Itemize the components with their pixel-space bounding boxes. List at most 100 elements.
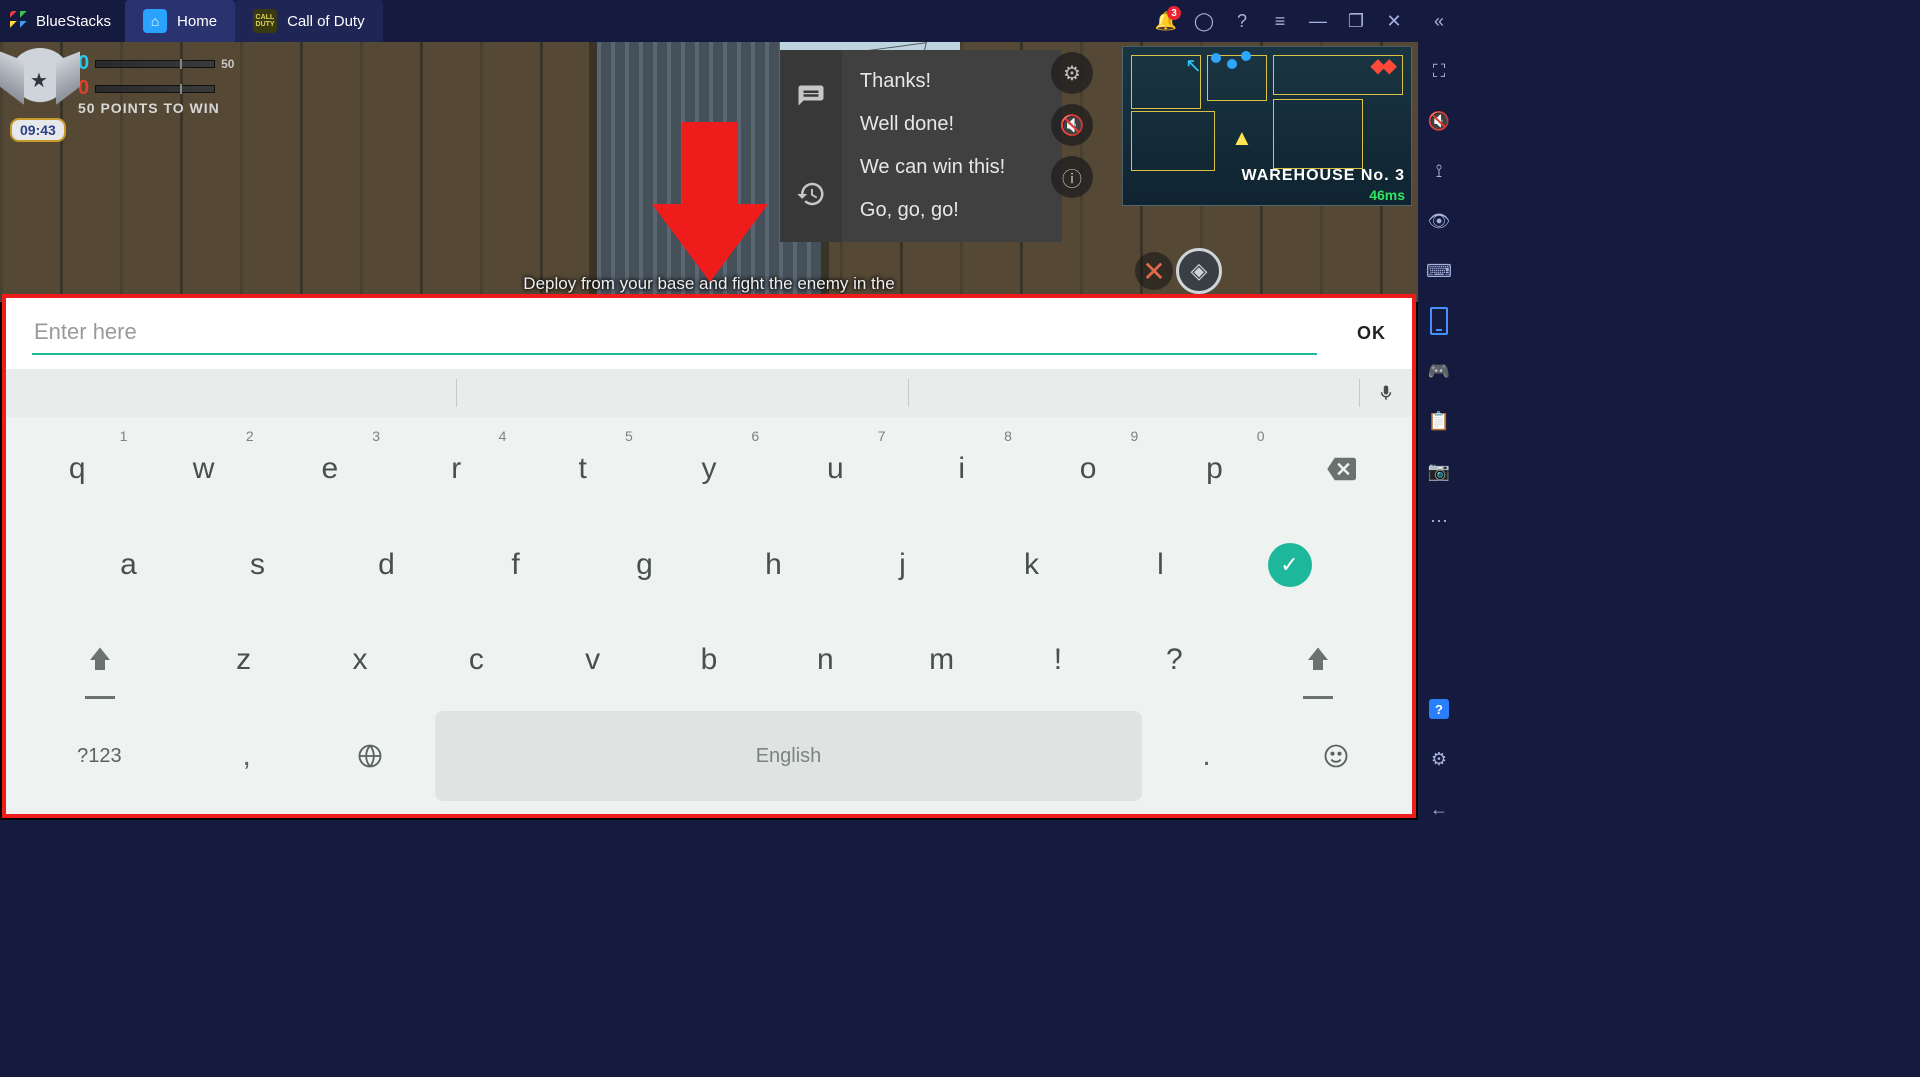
close-icon[interactable]: ✕ [1384, 11, 1404, 31]
score-bar-blue [95, 60, 215, 68]
suggestion-slot[interactable] [6, 379, 457, 407]
history-tab-icon[interactable] [780, 146, 842, 242]
key-l[interactable]: l [1099, 520, 1222, 610]
minimap-team-dots [1211, 53, 1221, 63]
key-y[interactable]: y6 [649, 424, 769, 514]
key-b[interactable]: b [654, 616, 764, 706]
key-shift-right[interactable] [1235, 616, 1401, 706]
key-u[interactable]: u7 [775, 424, 895, 514]
hud-score-panel: 0 50 0 50 POINTS TO WIN [8, 48, 234, 116]
key-v[interactable]: v [537, 616, 647, 706]
quick-chat-item[interactable]: Go, go, go! [842, 189, 1062, 232]
key-comma[interactable]: , [188, 711, 306, 801]
notifications-badge: 3 [1167, 6, 1181, 20]
key-language[interactable] [312, 711, 430, 801]
key-r[interactable]: r4 [396, 424, 516, 514]
tab-home[interactable]: ⌂ Home [125, 0, 235, 42]
tab-home-label: Home [177, 13, 217, 30]
keyboard-row-4: ?123 , English . [14, 708, 1404, 804]
key-a[interactable]: a [67, 520, 190, 610]
menu-icon[interactable]: ≡ [1270, 11, 1290, 31]
key-m[interactable]: m [886, 616, 996, 706]
chat-tab-icon[interactable] [780, 50, 842, 146]
hud-side-buttons: ⚙ 🔇 ⓘ [1051, 52, 1093, 198]
key-d[interactable]: d [325, 520, 448, 610]
key-n[interactable]: n [770, 616, 880, 706]
clipboard-icon[interactable]: 📋 [1428, 410, 1450, 432]
keyboard-suggestions [6, 369, 1412, 417]
suggestion-slot[interactable] [457, 379, 908, 407]
key-question[interactable]: ? [1119, 616, 1229, 706]
chat-input[interactable] [32, 311, 1317, 355]
gamepad-icon[interactable]: 🎮 [1428, 360, 1450, 382]
key-z[interactable]: z [189, 616, 299, 706]
key-emoji[interactable] [1271, 711, 1401, 801]
key-o[interactable]: o9 [1028, 424, 1148, 514]
info-hud-icon[interactable]: ⓘ [1051, 156, 1093, 198]
key-j[interactable]: j [841, 520, 964, 610]
voice-input-icon[interactable] [1360, 381, 1412, 405]
key-i[interactable]: i8 [902, 424, 1022, 514]
key-c[interactable]: c [421, 616, 531, 706]
key-x[interactable]: x [305, 616, 415, 706]
volume-mute-icon[interactable]: 🔇 [1428, 110, 1450, 132]
collapse-sidebar-icon[interactable]: « [1428, 10, 1450, 32]
key-s[interactable]: s [196, 520, 319, 610]
notifications-icon[interactable]: 🔔3 [1156, 11, 1176, 31]
settings-hud-icon[interactable]: ⚙ [1051, 52, 1093, 94]
key-space[interactable]: English [435, 711, 1141, 801]
quick-chat-item[interactable]: Well done! [842, 103, 1062, 146]
help-badge-icon[interactable]: ? [1428, 698, 1450, 720]
quick-chat-item[interactable]: Thanks! [842, 60, 1062, 103]
key-shift-left[interactable] [17, 616, 183, 706]
key-enter[interactable]: ✓ [1228, 520, 1351, 610]
suggestion-slot[interactable] [909, 379, 1360, 407]
key-symbols[interactable]: ?123 [17, 711, 182, 801]
mute-hud-icon[interactable]: 🔇 [1051, 104, 1093, 146]
eye-off-icon[interactable]: 👁 [1428, 210, 1450, 232]
key-w[interactable]: w2 [143, 424, 263, 514]
key-exclaim[interactable]: ! [1003, 616, 1113, 706]
goal-text: 50 POINTS TO WIN [78, 100, 234, 116]
tab-call-of-duty[interactable]: CALLDUTY Call of Duty [235, 0, 383, 42]
device-icon[interactable] [1428, 310, 1450, 332]
close-chat-icon[interactable]: ✕ [1135, 252, 1173, 290]
key-g[interactable]: g [583, 520, 706, 610]
help-icon[interactable]: ? [1232, 11, 1252, 31]
quick-chat-item[interactable]: We can win this! [842, 146, 1062, 189]
on-screen-keyboard: q1 w2 e3 r4 t5 y6 u7 i8 o9 p0 a s d f g [6, 417, 1412, 814]
screenshot-icon[interactable]: 📷 [1428, 460, 1450, 482]
minimize-icon[interactable]: — [1308, 11, 1328, 31]
key-f[interactable]: f [454, 520, 577, 610]
key-t[interactable]: t5 [522, 424, 642, 514]
account-icon[interactable]: ◯ [1194, 11, 1214, 31]
key-q[interactable]: q1 [17, 424, 137, 514]
minimap[interactable]: ↖ ◆◆ ▲ WAREHOUSE No. 3 46ms [1122, 46, 1412, 206]
keyboard-row-1: q1 w2 e3 r4 t5 y6 u7 i8 o9 p0 [14, 421, 1404, 517]
app-name: BlueStacks [36, 13, 111, 30]
keyboard-icon[interactable]: ⌨ [1428, 260, 1450, 282]
game-viewport: 0 50 0 50 POINTS TO WIN 09:43 [0, 42, 1418, 820]
more-icon[interactable]: ⋯ [1428, 510, 1450, 532]
target-hud-icon[interactable]: ◈ [1176, 248, 1222, 294]
team-emblem-icon [8, 48, 72, 112]
key-e[interactable]: e3 [270, 424, 390, 514]
key-backspace[interactable] [1281, 424, 1401, 514]
score-bar-red [95, 85, 215, 93]
key-p[interactable]: p0 [1154, 424, 1274, 514]
settings-icon[interactable]: ⚙ [1428, 748, 1450, 770]
ok-button[interactable]: OK [1357, 323, 1386, 344]
home-icon: ⌂ [143, 9, 167, 33]
key-period[interactable]: . [1148, 711, 1266, 801]
annotation-arrow-icon [652, 122, 768, 290]
key-h[interactable]: h [712, 520, 835, 610]
back-icon[interactable]: ← [1428, 798, 1450, 820]
location-icon[interactable]: ⟟ [1428, 160, 1450, 182]
quick-chat-panel: Thanks! Well done! We can win this! Go, … [780, 50, 1062, 242]
maximize-icon[interactable]: ❐ [1346, 11, 1366, 31]
fullscreen-icon[interactable]: ⛶ [1428, 60, 1450, 82]
titlebar-actions: 🔔3 ◯ ? ≡ — ❐ ✕ [1156, 11, 1418, 31]
key-k[interactable]: k [970, 520, 1093, 610]
match-timer: 09:43 [10, 118, 66, 142]
title-bar: BlueStacks ⌂ Home CALLDUTY Call of Duty … [0, 0, 1418, 42]
